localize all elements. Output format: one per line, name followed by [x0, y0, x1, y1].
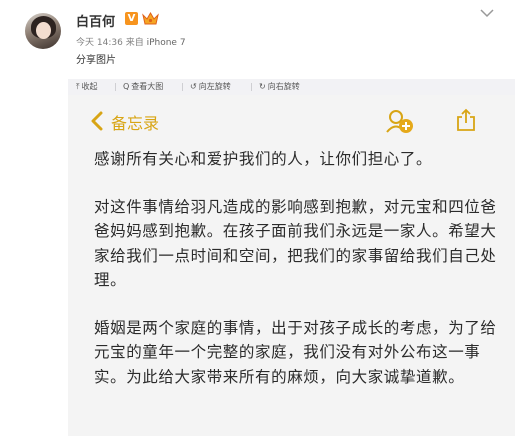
- rotate-left-button[interactable]: ↺ 向左旋转: [190, 79, 231, 95]
- divider: [115, 83, 116, 91]
- memo-paragraph: 感谢所有关心和爱护我们的人，让你们担心了。: [94, 150, 433, 168]
- collapse-icon: ⤒: [76, 82, 80, 91]
- memo-paragraph: 对这件事情给羽凡造成的影响感到抱歉，对元宝和四位爸爸妈妈感到抱歉。在孩子面前我们…: [94, 197, 497, 290]
- username[interactable]: 白百何: [76, 11, 115, 30]
- post-time[interactable]: 今天 14:36: [76, 38, 123, 48]
- divider: [251, 83, 252, 91]
- back-chevron-icon[interactable]: [91, 111, 103, 131]
- collapse-button[interactable]: ⤒ 收起: [76, 79, 98, 95]
- rotate-left-label: 向左旋转: [198, 82, 231, 91]
- rotate-right-icon: ↻: [259, 82, 266, 91]
- rotate-left-icon: ↺: [190, 82, 197, 91]
- memo-body: 感谢所有关心和爱护我们的人，让你们担心了。 对这件事情给羽凡造成的影响感到抱歉，…: [94, 147, 499, 412]
- crown-badge-icon: [142, 12, 159, 25]
- image-toolbar: ⤒ 收起 Q 查看大图 ↺ 向左旋转 ↻ 向右旋转: [68, 79, 515, 95]
- share-icon[interactable]: [456, 108, 476, 132]
- source-prefix: 来自: [125, 38, 144, 48]
- verified-badge-icon: V: [125, 12, 138, 25]
- post-meta: 今天 14:36 来自 iPhone 7: [76, 35, 186, 48]
- back-label[interactable]: 备忘录: [111, 110, 159, 134]
- divider: [182, 83, 183, 91]
- view-large-button[interactable]: Q 查看大图: [123, 79, 163, 95]
- memo-paragraph: 婚姻是两个家庭的事情，出于对孩子成长的考虑，为了给元宝的童年一个完整的家庭，我们…: [94, 318, 497, 386]
- add-person-icon[interactable]: [385, 108, 415, 134]
- rotate-right-button[interactable]: ↻ 向右旋转: [259, 79, 300, 95]
- collapse-label: 收起: [81, 82, 98, 91]
- post-text: 分享图片: [76, 55, 116, 66]
- rotate-right-label: 向右旋转: [267, 82, 300, 91]
- avatar[interactable]: [25, 13, 61, 49]
- chevron-down-icon[interactable]: [480, 8, 494, 18]
- post-header: 白百何 V 今天 14:36 来自 iPhone 7 分享图片: [0, 0, 515, 78]
- view-large-label: 查看大图: [131, 82, 164, 91]
- zoom-icon: Q: [123, 82, 130, 91]
- source-device[interactable]: iPhone 7: [147, 38, 186, 48]
- avatar-face: [36, 22, 51, 39]
